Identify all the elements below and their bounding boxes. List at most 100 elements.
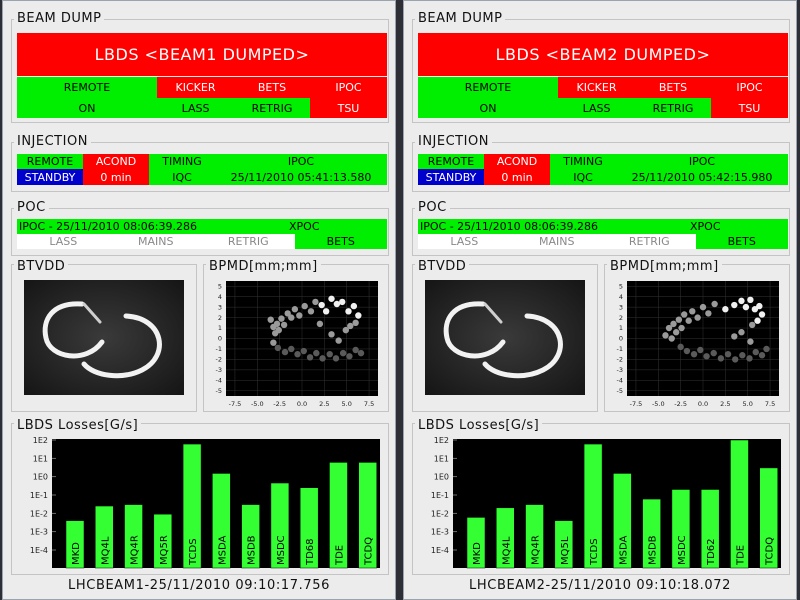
beam1-bpmd-ytick-1: 4	[218, 293, 222, 301]
beam1-bpmd-xtick-2: -2.5	[273, 400, 286, 408]
beam1-bpmd-point-22	[352, 319, 359, 327]
beam1-btvdd-image	[24, 280, 184, 395]
beam2-bpmd-point-5	[675, 316, 683, 323]
beam2-losses-ytick-0: 1E2	[434, 436, 449, 445]
beam1-injection-section: INJECTION REMOTE ACOND TIMING IPOC STANDBY 0 m…	[11, 133, 389, 192]
beam1-inj-header-2: TIMING	[149, 154, 215, 169]
beam2-losses-bar-label-6: MSDB	[648, 535, 659, 565]
beam2-losses-ytick-1: 1E1	[434, 454, 449, 463]
beam1-bpmd-point-36	[346, 353, 353, 360]
beam1-losses-ytick-1: 1E1	[33, 454, 48, 463]
beam2-inj-value-3: 25/11/2010 05:42:15.980	[616, 169, 788, 185]
beam1-inj-header-0: REMOTE	[17, 154, 83, 169]
beam1-losses-bar-label-0: MKD	[71, 542, 82, 565]
beam1-bpmd-xtick-6: 7.5	[364, 400, 374, 408]
beam1-bpmd-point-26	[281, 348, 289, 356]
beam2-bpmd-point-39	[738, 329, 745, 336]
beam1-losses-section: LBDS Losses[G/s] 1E2 1E1 1E0 1E-1 1E-2 1E-3 1E-…	[11, 417, 389, 575]
beam1-panel: BEAM DUMP LBDS <BEAM1 DUMPED> REMOTE KICKER…	[2, 0, 396, 600]
beam2-losses-ytick-5: 1E-3	[431, 528, 449, 537]
beam1-bpmd-point-28	[294, 350, 301, 358]
beam1-bpmd-ytick-10: -5	[216, 387, 222, 395]
beam1-btvdd-title: BTVDD	[14, 258, 69, 276]
beam1-poc-item-3: BETS	[294, 234, 387, 249]
beam2-bpmd-point-6	[678, 324, 685, 332]
beam1-poc-item-0: LASS	[17, 234, 110, 249]
beam1-bpmd-point-34	[332, 355, 340, 362]
beam2-status-3: IPOC	[711, 77, 788, 98]
beam1-dump-banner: LBDS <BEAM1 DUMPED>	[17, 33, 387, 76]
beam1-poc-ipoc-row: IPOC - 25/11/2010 08:06:39.286 XPOC	[17, 219, 387, 234]
beam2-losses-section: LBDS Losses[G/s] 1E2 1E1 1E0 1E-1 1E-2 1E-3 1E-…	[412, 417, 790, 575]
beam1-inj-header-1: ACOND	[83, 154, 149, 169]
beam1-status-val-1: LASS	[157, 98, 234, 118]
beam2-losses-bar-label-3: MQ5L	[560, 536, 571, 565]
beam2-bpmd-ytick-8: -3	[617, 366, 623, 374]
beam2-bpmd-point-34	[746, 355, 753, 362]
beam2-bpmd-ytick-6: -1	[617, 345, 623, 353]
beam2-inj-header-0: REMOTE	[418, 154, 484, 169]
beam1-losses-bar-label-3: MQ5R	[159, 535, 170, 565]
beam2-bpmd-point-20	[756, 302, 763, 310]
beam2-bpmd-point-26	[690, 350, 698, 358]
beam2-btvdd-section: BTVDD	[412, 258, 598, 412]
beam2-losses-bar-label-2: MQ4R	[531, 535, 542, 565]
beam2-bpmd-xtick-5: 5.0	[743, 400, 753, 408]
beam1-bpmd-xtick-5: 5.0	[342, 400, 352, 408]
beam2-losses-ytick-6: 1E-4	[431, 546, 449, 555]
beam1-losses-bar-label-10: TCDQ	[364, 537, 375, 566]
beam2-bpmd-ytick-5: 0	[619, 335, 623, 343]
beam1-bpmd-point-14	[318, 301, 325, 309]
beam2-losses-bar-label-0: MKD	[472, 542, 483, 565]
beam2-bpmd-xtick-6: 7.5	[765, 400, 775, 408]
beam2-losses-chart: 1E2 1E1 1E0 1E-1 1E-2 1E-3 1E-4 MKD MQ4L MQ4R MQ5L…	[431, 436, 781, 569]
beam1-losses-ytick-0: 1E2	[33, 436, 48, 445]
beam1-bpmd-point-19	[345, 308, 352, 315]
beam2-losses-bar-label-4: TCDS	[589, 538, 600, 566]
beam2-bpmd-point-10	[694, 314, 701, 321]
beam2-status-1: KICKER	[558, 77, 635, 98]
beam2-bpmd-point-17	[742, 303, 750, 311]
beam2-status-val-2: RETRIG	[635, 98, 711, 118]
beam2-status-val-1: LASS	[558, 98, 635, 118]
beam2-losses-bar-label-5: MSDA	[618, 536, 629, 566]
beam1-losses-ytick-4: 1E-2	[30, 509, 48, 518]
beam1-inj-value-0: STANDBY	[17, 169, 83, 185]
beam2-bpmd-point-9	[689, 308, 696, 315]
beam1-bpmd-ytick-6: -1	[216, 345, 222, 353]
beam2-bpmd-ytick-7: -2	[617, 356, 623, 364]
beam2-bpmd-point-24	[677, 343, 684, 351]
beam2-bpmd-point-13	[711, 300, 718, 308]
beam1-bpmd-point-35	[339, 349, 347, 357]
beam1-losses-ytick-5: 1E-3	[30, 528, 48, 537]
beam1-bpmd-point-42	[342, 326, 350, 334]
beam2-losses-title: LBDS Losses[G/s]	[415, 417, 543, 435]
beam2-bpmd-ytick-9: -4	[617, 377, 623, 385]
beam2-poc-item-3: BETS	[695, 234, 788, 249]
beam1-beam-dump-section-title: BEAM DUMP	[14, 10, 105, 28]
beam1-bpmd-point-11	[301, 302, 308, 310]
beam1-bpmd-point-29	[300, 347, 307, 355]
beam2-bpmd-point-23	[748, 321, 756, 329]
beam1-poc-xpoc-text: XPOC	[289, 220, 320, 233]
beam2-status-0: REMOTE	[418, 77, 558, 98]
beam2-bpmd-point-35	[752, 348, 759, 356]
beam1-bpmd-point-31	[313, 349, 320, 357]
beam2-losses-ytick-4: 1E-2	[431, 509, 449, 518]
beam1-footer-timestamp: LHCBEAM1-25/11/2010 09:10:17.756	[68, 578, 330, 593]
beam1-losses-bar-label-7: MSDC	[276, 535, 287, 565]
beam1-bpmd-xtick-0: -7.5	[229, 400, 242, 408]
beam1-bpmd-point-16	[328, 295, 335, 302]
beam2-bpmd-xtick-2: -2.5	[674, 400, 687, 408]
beam2-bpmd-point-29	[710, 349, 717, 357]
beam2-poc-section-title: POC	[415, 199, 450, 217]
beam1-bpmd-point-20	[350, 302, 358, 310]
beam1-bpmd-point-18	[339, 298, 346, 306]
beam1-bpmd-ytick-7: -2	[216, 356, 222, 364]
beam1-bpmd-ytick-3: 2	[218, 314, 222, 322]
beam1-bpmd-point-32	[319, 355, 326, 362]
beam1-bpmd-section: BPMD[mm;mm] -7.5 -5.0 -2.5 0.0 2.5 5.0 7.5 5 4 3 2 1…	[203, 258, 389, 412]
beam1-bpmd-ytick-2: 3	[218, 303, 222, 311]
beam2-inj-header-1: ACOND	[484, 154, 550, 169]
beam2-status-val-0: ON	[418, 98, 558, 118]
